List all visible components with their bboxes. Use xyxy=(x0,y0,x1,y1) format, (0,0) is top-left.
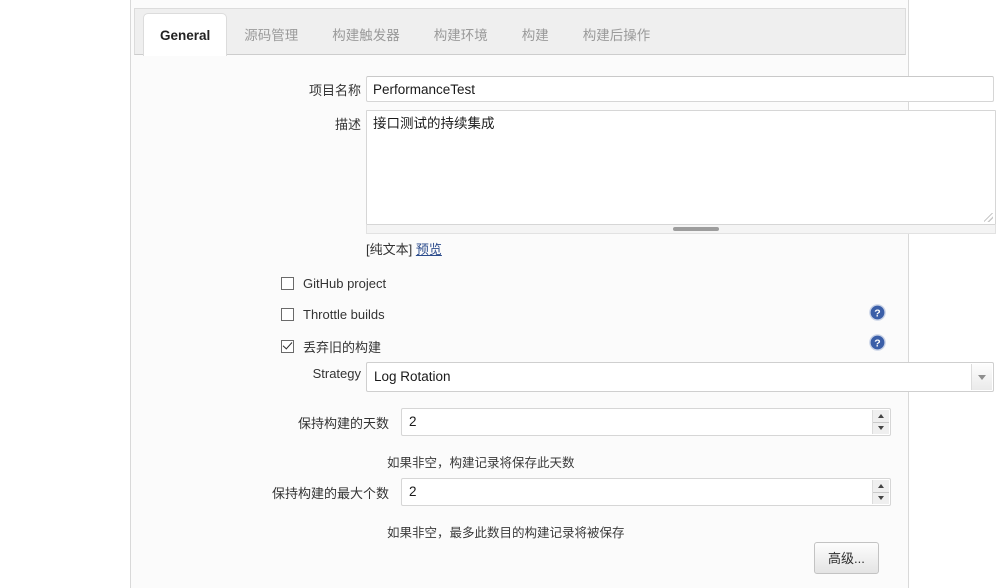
tab-bar: General 源码管理 构建触发器 构建环境 构建 构建后操作 xyxy=(134,8,906,56)
tab-build-environment[interactable]: 构建环境 xyxy=(417,13,505,55)
description-textarea[interactable]: 接口测试的持续集成 xyxy=(366,110,996,225)
strategy-select[interactable]: Log Rotation xyxy=(366,362,994,392)
tab-source-code-management[interactable]: 源码管理 xyxy=(227,13,315,55)
github-project-row: GitHub project xyxy=(281,276,386,291)
num-to-keep-stepper[interactable] xyxy=(872,480,889,504)
days-to-keep-label: 保持构建的天数 xyxy=(297,415,389,431)
spinner-down-icon-2[interactable] xyxy=(873,493,889,505)
github-project-checkbox[interactable] xyxy=(281,277,294,290)
discard-old-builds-row: 丢弃旧的构建 xyxy=(281,337,381,356)
left-gutter xyxy=(0,0,130,588)
description-text: 接口测试的持续集成 xyxy=(373,116,495,131)
discard-old-builds-checkbox[interactable] xyxy=(281,340,294,353)
github-project-label[interactable]: GitHub project xyxy=(303,276,386,291)
help-icon-discard-old-builds[interactable]: ? xyxy=(869,334,886,351)
throttle-builds-row: Throttle builds xyxy=(281,307,385,322)
description-format-row: [纯文本] 预览 xyxy=(366,239,996,258)
preview-link[interactable]: 预览 xyxy=(416,242,442,257)
tab-build-triggers-label: 构建触发器 xyxy=(332,28,400,43)
num-to-keep-label: 保持构建的最大个数 xyxy=(271,485,389,501)
spinner-up-icon-2[interactable] xyxy=(873,480,889,493)
scrollbar-thumb[interactable] xyxy=(673,227,719,231)
strategy-selected-value: Log Rotation xyxy=(374,369,451,384)
tab-source-code-management-label: 源码管理 xyxy=(244,28,299,43)
num-to-keep-value: 2 xyxy=(409,484,417,499)
tab-list: General 源码管理 构建触发器 构建环境 构建 构建后操作 xyxy=(135,9,668,56)
spinner-up-icon[interactable] xyxy=(873,410,889,423)
resize-grip-icon[interactable] xyxy=(984,213,993,222)
project-name-input[interactable] xyxy=(366,76,994,102)
tab-build-label: 构建 xyxy=(521,28,549,43)
description-horizontal-scrollbar[interactable] xyxy=(366,225,996,234)
strategy-row: Strategy Log Rotation xyxy=(295,362,994,392)
num-to-keep-hint: 如果非空，最多此数目的构建记录将被保存 xyxy=(387,526,625,540)
tab-general[interactable]: General xyxy=(143,13,228,56)
days-to-keep-hint: 如果非空，构建记录将保存此天数 xyxy=(387,456,575,470)
svg-text:?: ? xyxy=(874,337,880,349)
project-name-row: 项目名称 xyxy=(295,76,994,102)
discard-old-builds-label[interactable]: 丢弃旧的构建 xyxy=(303,337,381,356)
description-label: 描述 xyxy=(334,117,361,132)
days-to-keep-row: 保持构建的天数 2 xyxy=(261,408,891,436)
chevron-down-icon[interactable] xyxy=(971,364,992,390)
description-wrapper: 接口测试的持续集成 [纯文本] 预览 xyxy=(366,110,996,258)
tab-build-environment-label: 构建环境 xyxy=(433,28,488,43)
description-row: 描述 接口测试的持续集成 [纯文本] 预览 xyxy=(295,110,996,258)
advanced-button[interactable]: 高级... xyxy=(814,542,879,574)
jenkins-job-config-page: General 源码管理 构建触发器 构建环境 构建 构建后操作 项目名称 Pe… xyxy=(0,0,1001,588)
tab-build[interactable]: 构建 xyxy=(505,13,566,55)
throttle-builds-checkbox[interactable] xyxy=(281,308,294,321)
days-to-keep-stepper[interactable] xyxy=(872,410,889,434)
spinner-down-icon[interactable] xyxy=(873,423,889,435)
svg-text:?: ? xyxy=(874,307,880,319)
strategy-label: Strategy xyxy=(312,366,361,381)
chevron-down-glyph xyxy=(978,374,986,380)
days-to-keep-value: 2 xyxy=(409,414,417,429)
num-to-keep-input[interactable]: 2 xyxy=(401,478,891,506)
tab-build-triggers[interactable]: 构建触发器 xyxy=(315,13,417,55)
days-to-keep-input[interactable]: 2 xyxy=(401,408,891,436)
throttle-builds-label[interactable]: Throttle builds xyxy=(303,307,385,322)
tab-post-build-actions-label: 构建后操作 xyxy=(582,28,651,43)
config-form: 项目名称 描述 接口测试的持续集成 [纯文本] 预览 xyxy=(131,56,996,588)
plain-text-label: [纯文本] xyxy=(366,242,413,257)
tab-post-build-actions[interactable]: 构建后操作 xyxy=(566,13,668,55)
config-panel: General 源码管理 构建触发器 构建环境 构建 构建后操作 项目名称 Pe… xyxy=(130,0,996,588)
help-icon-throttle-builds[interactable]: ? xyxy=(869,304,886,321)
num-to-keep-row: 保持构建的最大个数 2 xyxy=(231,478,891,506)
tab-general-label: General xyxy=(160,27,211,43)
project-name-label: 项目名称 xyxy=(308,83,361,98)
